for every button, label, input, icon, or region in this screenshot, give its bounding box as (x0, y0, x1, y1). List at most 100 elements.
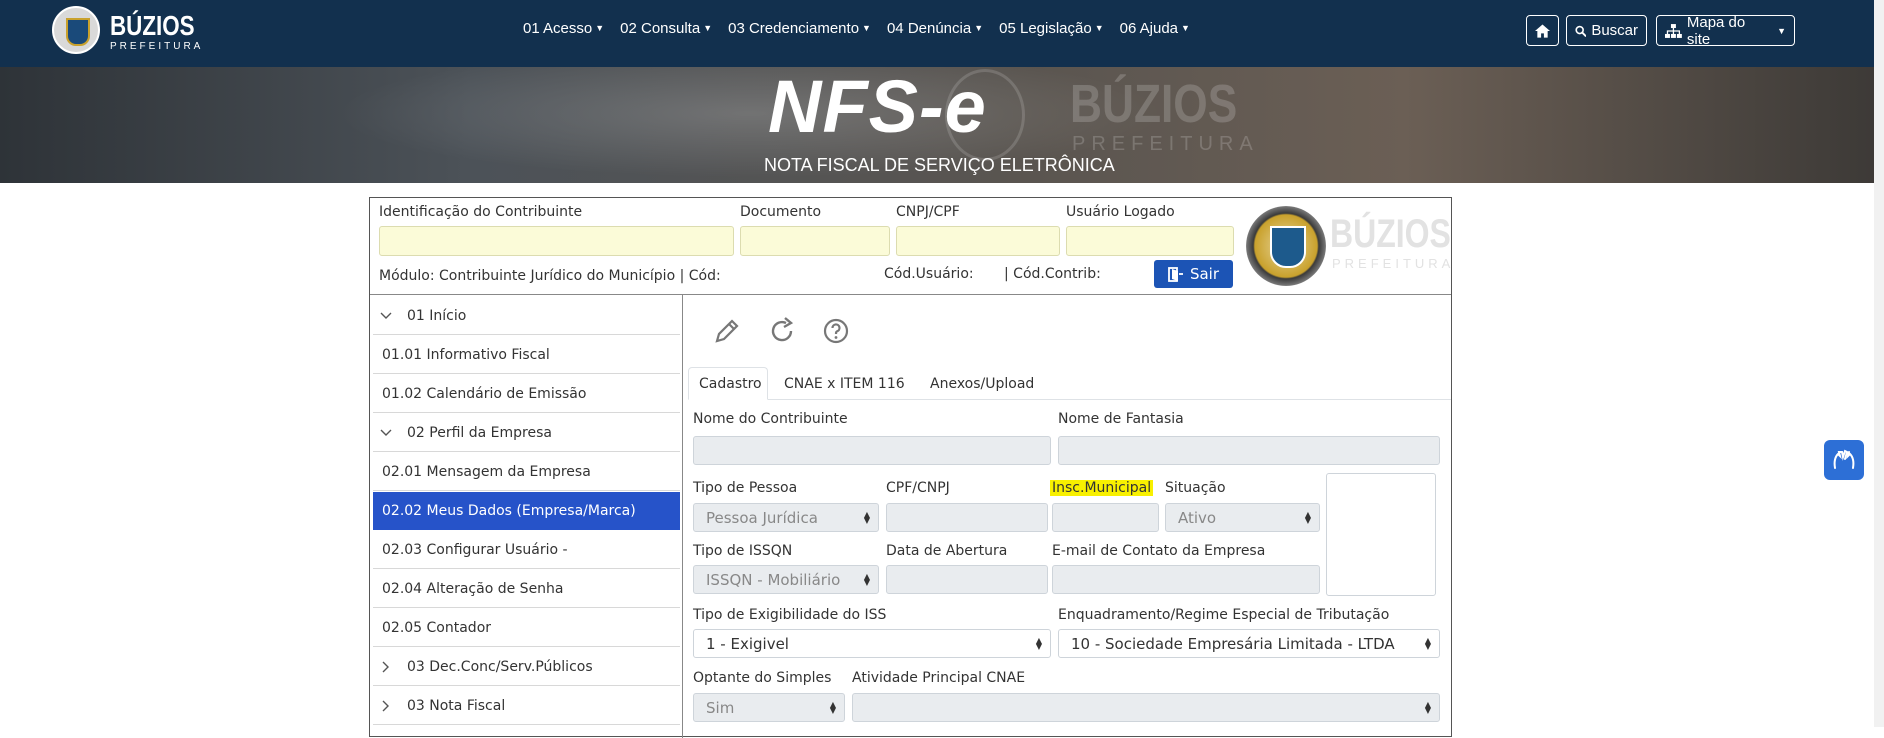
main-menu: 01 Acesso ▼ 02 Consulta ▼ 03 Credenciament… (523, 20, 1190, 37)
cnpj-label: CNPJ/CPF (896, 204, 960, 220)
coat-of-arms-icon (1246, 206, 1326, 286)
select-arrows-icon: ▲ ▼ (863, 572, 870, 587)
home-icon (1535, 23, 1550, 38)
cpf-cnpj-label: CPF/CNPJ (886, 480, 950, 496)
chevron-down-icon (379, 309, 393, 323)
nome-fantasia-label: Nome de Fantasia (1058, 411, 1184, 427)
enquadramento-select[interactable]: 10 - Sociedade Empresária Limitada - LTD… (1058, 629, 1440, 658)
menu-legislacao[interactable]: 05 Legislação ▼ (999, 20, 1104, 37)
caret-down-icon: ▼ (1181, 23, 1190, 33)
page-scrollbar[interactable] (1874, 0, 1884, 727)
refresh-icon[interactable] (766, 315, 798, 347)
main-panel: Identificação do Contribuinte Documento … (369, 197, 1452, 738)
insc-municipal-label: Insc.Municipal (1050, 480, 1154, 496)
enquadramento-label: Enquadramento/Regime Especial de Tributa… (1058, 607, 1390, 623)
sidebar-menu: 01 Início 01.01 Informativo Fiscal 01.02… (370, 295, 683, 738)
simples-label: Optante do Simples (693, 670, 832, 686)
cnae-label: Atividade Principal CNAE (852, 670, 1026, 686)
tab-cnae-item[interactable]: CNAE x ITEM 116 (774, 367, 915, 400)
banner-subtitle: NOTA FISCAL DE SERVIÇO ELETRÔNICA (764, 155, 1115, 175)
tipo-pessoa-label: Tipo de Pessoa (693, 480, 798, 496)
menu-credenciamento[interactable]: 03 Credenciamento ▼ (728, 20, 871, 37)
caret-down-icon: ▼ (703, 23, 713, 33)
edit-pencil-icon[interactable] (711, 315, 743, 347)
menu-consulta[interactable]: 02 Consulta ▼ (620, 20, 712, 37)
hero-banner: BÚZIOS PREFEITURA NFS-e NOTA FISCAL DE S… (0, 67, 1874, 183)
doc-field[interactable] (740, 226, 890, 256)
sidebar-item-perfil-empresa[interactable]: 02 Perfil da Empresa (373, 414, 680, 452)
tipo-issqn-select[interactable]: ISSQN - Mobiliário ▲ ▼ (693, 565, 879, 594)
user-field[interactable] (1066, 226, 1234, 256)
banner-watermark: BÚZIOS (1070, 74, 1238, 134)
sidebar-item-alteracao-senha[interactable]: 02.04 Alteração de Senha (373, 570, 680, 608)
banner-title: NFS-e (768, 67, 987, 148)
email-label: E-mail de Contato da Empresa (1052, 543, 1266, 559)
buzios-logo[interactable]: BÚZIOS PREFEITURA (52, 6, 200, 56)
tipo-issqn-label: Tipo de ISSQN (693, 543, 793, 559)
menu-acesso[interactable]: 01 Acesso ▼ (523, 20, 604, 37)
id-field[interactable] (379, 226, 734, 256)
tipo-pessoa-select[interactable]: Pessoa Jurídica ▲ ▼ (693, 503, 879, 532)
menu-ajuda[interactable]: 06 Ajuda ▼ (1120, 20, 1190, 37)
logout-icon (1168, 266, 1183, 282)
sidebar-item-meus-dados[interactable]: 02.02 Meus Dados (Empresa/Marca) (373, 492, 680, 530)
caret-down-icon: ▼ (595, 23, 605, 33)
exigibilidade-label: Tipo de Exigibilidade do ISS (693, 607, 887, 623)
banner-watermark-sub: PREFEITURA (1072, 133, 1259, 155)
search-icon (1575, 25, 1587, 37)
sidebar-item-nota-fiscal[interactable]: 03 Nota Fiscal (373, 687, 680, 725)
nome-contribuinte-label: Nome do Contribuinte (693, 411, 848, 427)
select-arrows-icon: ▲ ▼ (829, 700, 836, 715)
prefeitura-logo: BÚZIOS PREFEITURA (1246, 206, 1451, 286)
caret-down-icon: ▼ (974, 23, 984, 33)
data-abertura-field[interactable] (886, 565, 1048, 594)
cnpj-field[interactable] (896, 226, 1060, 256)
sidebar-item-dec-conc[interactable]: 03 Dec.Conc/Serv.Públicos (373, 648, 680, 686)
cnae-select[interactable]: ▲ ▼ (852, 693, 1440, 722)
tab-cadastro[interactable]: Cadastro (688, 367, 768, 400)
sitemap-icon (1665, 23, 1682, 38)
select-arrows-icon: ▲ ▼ (1424, 700, 1431, 715)
logo-subtext: PREFEITURA (110, 41, 204, 52)
tab-anexos[interactable]: Anexos/Upload (920, 367, 1044, 400)
sidebar-item-contador[interactable]: 02.05 Contador (373, 609, 680, 647)
caret-down-icon: ▼ (1777, 25, 1786, 36)
sidebar-item-calendario[interactable]: 01.02 Calendário de Emissão (373, 375, 680, 413)
sidebar-item-inicio[interactable]: 01 Início (373, 297, 680, 335)
email-field[interactable] (1052, 565, 1320, 594)
help-icon[interactable] (820, 315, 852, 347)
cod-usuario-text: Cód.Usuário: (884, 266, 974, 282)
city-seal-icon (52, 6, 100, 54)
situacao-select[interactable]: Ativo ▲ ▼ (1165, 503, 1320, 532)
logo-text: BÚZIOS (110, 10, 195, 41)
logo-upload-box[interactable] (1326, 473, 1436, 596)
chevron-right-icon (379, 699, 393, 713)
doc-label: Documento (740, 204, 822, 220)
chevron-down-icon (379, 426, 393, 440)
data-abertura-label: Data de Abertura (886, 543, 1008, 559)
nome-contribuinte-field[interactable] (693, 436, 1051, 465)
sidebar-item-configurar-usuario[interactable]: 02.03 Configurar Usuário - (373, 531, 680, 569)
sitemap-button[interactable]: Mapa do site ▼ (1656, 14, 1795, 48)
insc-municipal-field[interactable] (1052, 503, 1159, 532)
select-arrows-icon: ▲ ▼ (1304, 510, 1311, 525)
menu-denuncia[interactable]: 04 Denúncia ▼ (887, 20, 983, 37)
select-arrows-icon: ▲ ▼ (1035, 636, 1042, 651)
content-area: Cadastro CNAE x ITEM 116 Anexos/Upload N… (684, 295, 1451, 738)
logout-button[interactable]: Sair (1154, 260, 1233, 288)
user-label: Usuário Logado (1066, 204, 1175, 220)
sidebar-item-mensagem[interactable]: 02.01 Mensagem da Empresa (373, 453, 680, 491)
cpf-cnpj-field[interactable] (886, 503, 1048, 532)
sign-language-widget-button[interactable] (1824, 440, 1864, 480)
modulo-text: Módulo: Contribuinte Jurídico do Municíp… (379, 268, 721, 284)
select-arrows-icon: ▲ ▼ (863, 510, 870, 525)
exigibilidade-select[interactable]: 1 - Exigivel ▲ ▼ (693, 629, 1051, 658)
nome-fantasia-field[interactable] (1058, 436, 1440, 465)
simples-select[interactable]: Sim ▲ ▼ (693, 693, 845, 722)
caret-down-icon: ▼ (862, 23, 871, 33)
home-button[interactable] (1526, 15, 1559, 46)
select-arrows-icon: ▲ ▼ (1424, 636, 1431, 651)
cod-contrib-text: | Cód.Contrib: (1004, 266, 1101, 282)
sidebar-item-informativo-fiscal[interactable]: 01.01 Informativo Fiscal (373, 336, 680, 374)
search-button[interactable]: Buscar (1566, 15, 1647, 46)
